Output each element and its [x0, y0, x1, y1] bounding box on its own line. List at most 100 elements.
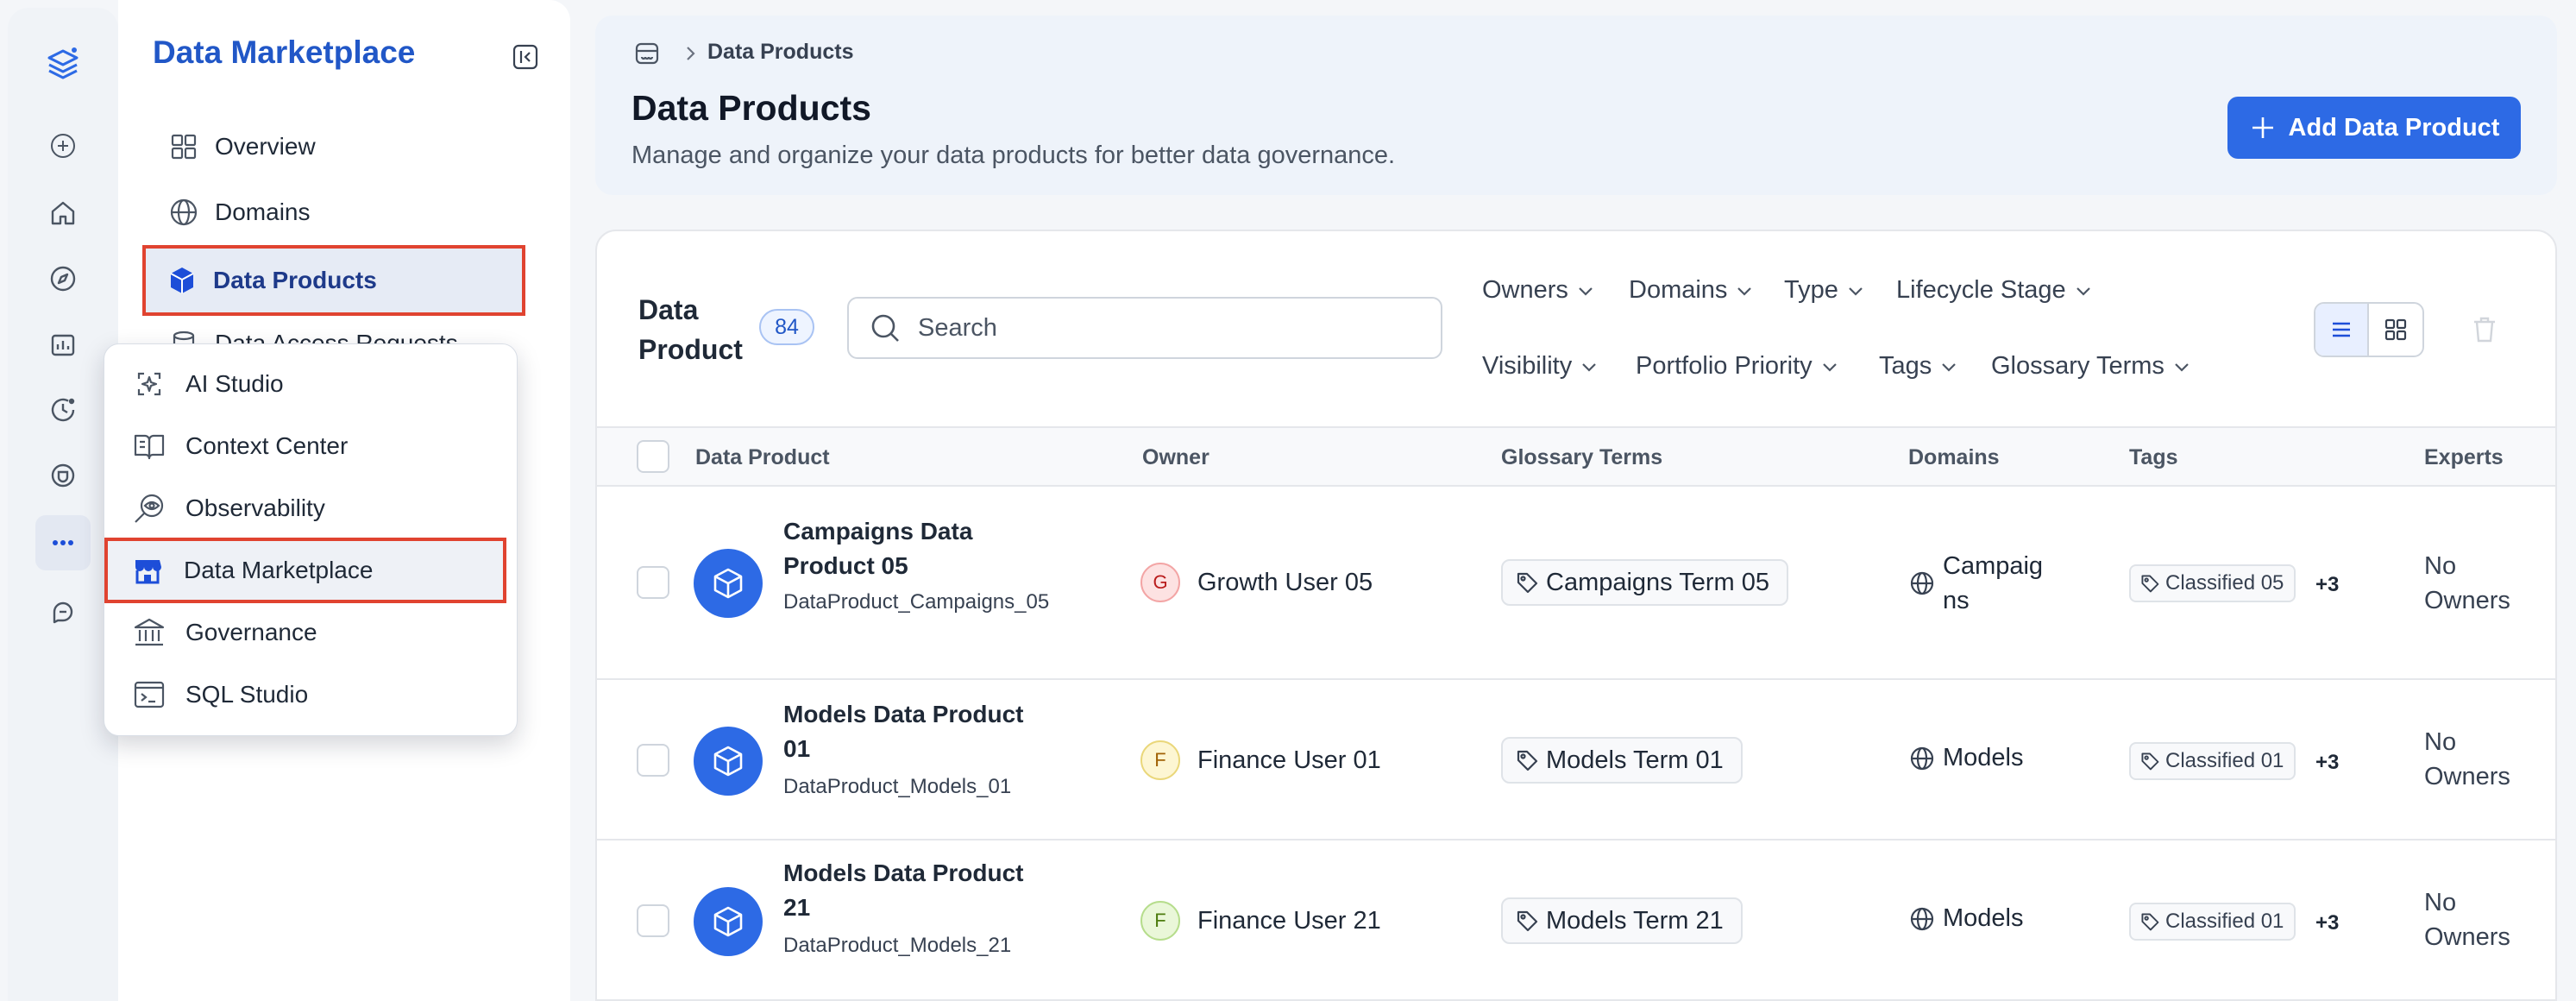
- filter-label: Domains: [1629, 276, 1728, 304]
- menu-item-observability[interactable]: Observability: [106, 477, 508, 539]
- breadcrumb-home-icon[interactable]: [633, 40, 661, 67]
- owner-cell[interactable]: F Finance User 01: [1140, 740, 1381, 780]
- column-header-owner[interactable]: Owner: [1142, 445, 1209, 470]
- table-row[interactable]: Campaigns Data Product 05 DataProduct_Ca…: [597, 487, 2555, 680]
- domain-cell[interactable]: Models: [1908, 744, 2024, 772]
- menu-item-context-center[interactable]: Context Center: [106, 415, 508, 477]
- list-view-icon[interactable]: [2315, 304, 2370, 356]
- page-subtitle: Manage and organize your data products f…: [631, 142, 1396, 169]
- cube-outline-icon: [694, 549, 763, 618]
- chevron-down-icon: [1579, 286, 1593, 296]
- add-data-product-button[interactable]: Add Data Product: [2227, 97, 2521, 159]
- book-open-icon: [132, 429, 166, 463]
- menu-item-ai-studio[interactable]: AI Studio: [106, 353, 508, 415]
- table-row[interactable]: Models Data Product 21 DataProduct_Model…: [597, 840, 2555, 999]
- tag-icon: [2141, 752, 2159, 771]
- menu-item-sql-studio[interactable]: SQL Studio: [106, 664, 508, 726]
- owner-cell[interactable]: G Growth User 05: [1140, 563, 1373, 602]
- collapse-sidebar-icon[interactable]: [512, 43, 539, 71]
- select-all-checkbox[interactable]: [637, 440, 669, 473]
- sidebar-title: Data Marketplace: [153, 35, 416, 70]
- domain-label: Models: [1943, 744, 2024, 771]
- chevron-down-icon: [1582, 362, 1596, 372]
- sidebar-item-data-products[interactable]: Data Products: [142, 245, 525, 316]
- column-header-domains[interactable]: Domains: [1908, 445, 2000, 470]
- cube-outline-icon: [694, 887, 763, 956]
- chevron-down-icon: [1942, 362, 1957, 372]
- breadcrumb-current: Data Products: [707, 40, 854, 64]
- data-product-name[interactable]: Models Data Product 01: [783, 697, 1042, 766]
- trash-icon[interactable]: [2467, 312, 2502, 347]
- owner-name: Finance User 01: [1197, 746, 1381, 774]
- more-icon[interactable]: [35, 515, 91, 570]
- column-header-glossary-terms[interactable]: Glossary Terms: [1501, 445, 1662, 470]
- menu-item-label: AI Studio: [185, 370, 284, 397]
- tag-chip[interactable]: Classified 01: [2129, 903, 2296, 941]
- chat-support-icon[interactable]: [8, 588, 118, 639]
- data-product-name[interactable]: Campaigns Data Product 05: [783, 514, 1068, 583]
- filter-label: Portfolio Priority: [1636, 352, 1813, 380]
- sidebar-item-overview[interactable]: Overview: [160, 116, 531, 178]
- tag-label: Classified 01: [2165, 749, 2284, 772]
- glossary-term-label: Models Term 21: [1546, 906, 1724, 935]
- more-tags-count[interactable]: +3: [2315, 751, 2339, 775]
- globe-icon: [1910, 571, 1934, 595]
- row-checkbox[interactable]: [637, 744, 669, 777]
- more-tags-count[interactable]: +3: [2315, 573, 2339, 597]
- sidebar-item-domains[interactable]: Domains: [160, 181, 531, 243]
- terminal-icon: [132, 677, 166, 712]
- row-checkbox[interactable]: [637, 566, 669, 599]
- filter-domains[interactable]: Domains: [1629, 276, 1755, 305]
- view-toggle: [2314, 302, 2424, 357]
- glossary-term-chip[interactable]: Campaigns Term 05: [1501, 559, 1788, 606]
- owner-name: Growth User 05: [1197, 568, 1373, 596]
- menu-item-data-marketplace[interactable]: Data Marketplace: [104, 538, 506, 603]
- column-header-experts[interactable]: Experts: [2424, 445, 2504, 470]
- chevron-down-icon: [1737, 286, 1752, 296]
- more-tags-count[interactable]: +3: [2315, 911, 2339, 935]
- domain-cell[interactable]: Campaigns: [1908, 549, 2046, 618]
- filter-type[interactable]: Type: [1784, 276, 1866, 305]
- filter-visibility[interactable]: Visibility: [1482, 352, 1599, 381]
- filter-owners[interactable]: Owners: [1482, 276, 1596, 305]
- data-product-name[interactable]: Models Data Product 21: [783, 856, 1042, 925]
- filter-label: Lifecycle Stage: [1896, 276, 2066, 304]
- sidebar-item-label: Overview: [215, 133, 316, 160]
- tag-chip[interactable]: Classified 05: [2129, 564, 2296, 602]
- chevron-right-icon: [680, 43, 701, 64]
- insights-chart-icon[interactable]: [8, 318, 118, 370]
- search-box[interactable]: [847, 297, 1442, 359]
- column-header-data-product[interactable]: Data Product: [695, 445, 830, 470]
- domain-cell[interactable]: Models: [1908, 904, 2024, 933]
- menu-item-label: Data Marketplace: [184, 557, 374, 583]
- column-header-tags[interactable]: Tags: [2129, 445, 2178, 470]
- home-icon[interactable]: [8, 187, 118, 239]
- row-checkbox[interactable]: [637, 904, 669, 937]
- tag-label: Classified 05: [2165, 571, 2284, 595]
- grid-view-icon[interactable]: [2369, 304, 2422, 356]
- tag-chip[interactable]: Classified 01: [2129, 742, 2296, 780]
- clock-refresh-icon[interactable]: [8, 384, 118, 436]
- storefront-icon: [130, 553, 165, 588]
- chevron-down-icon: [1822, 362, 1837, 372]
- page-title: Data Products: [631, 88, 871, 128]
- filter-portfolio-priority[interactable]: Portfolio Priority: [1636, 352, 1840, 381]
- experts-value: No Owners: [2424, 728, 2510, 790]
- governance-shield-icon[interactable]: [8, 450, 118, 501]
- owner-cell[interactable]: F Finance User 21: [1140, 901, 1381, 941]
- filter-tags[interactable]: Tags: [1879, 352, 1959, 381]
- domain-label: Campaigns: [1943, 552, 2044, 614]
- compass-icon[interactable]: [8, 253, 118, 305]
- glossary-term-chip[interactable]: Models Term 21: [1501, 897, 1743, 944]
- table-row[interactable]: Models Data Product 01 DataProduct_Model…: [597, 680, 2555, 840]
- app-logo-icon[interactable]: [8, 37, 118, 89]
- search-input[interactable]: [918, 313, 1401, 343]
- filter-lifecycle-stage[interactable]: Lifecycle Stage: [1896, 276, 2094, 305]
- menu-item-governance[interactable]: Governance: [106, 601, 508, 664]
- plus-icon[interactable]: [8, 120, 118, 172]
- avatar: G: [1140, 563, 1180, 602]
- cube-outline-icon: [694, 727, 763, 796]
- ai-sparkle-icon: [132, 367, 166, 401]
- glossary-term-chip[interactable]: Models Term 01: [1501, 737, 1743, 784]
- filter-glossary-terms[interactable]: Glossary Terms: [1991, 352, 2192, 381]
